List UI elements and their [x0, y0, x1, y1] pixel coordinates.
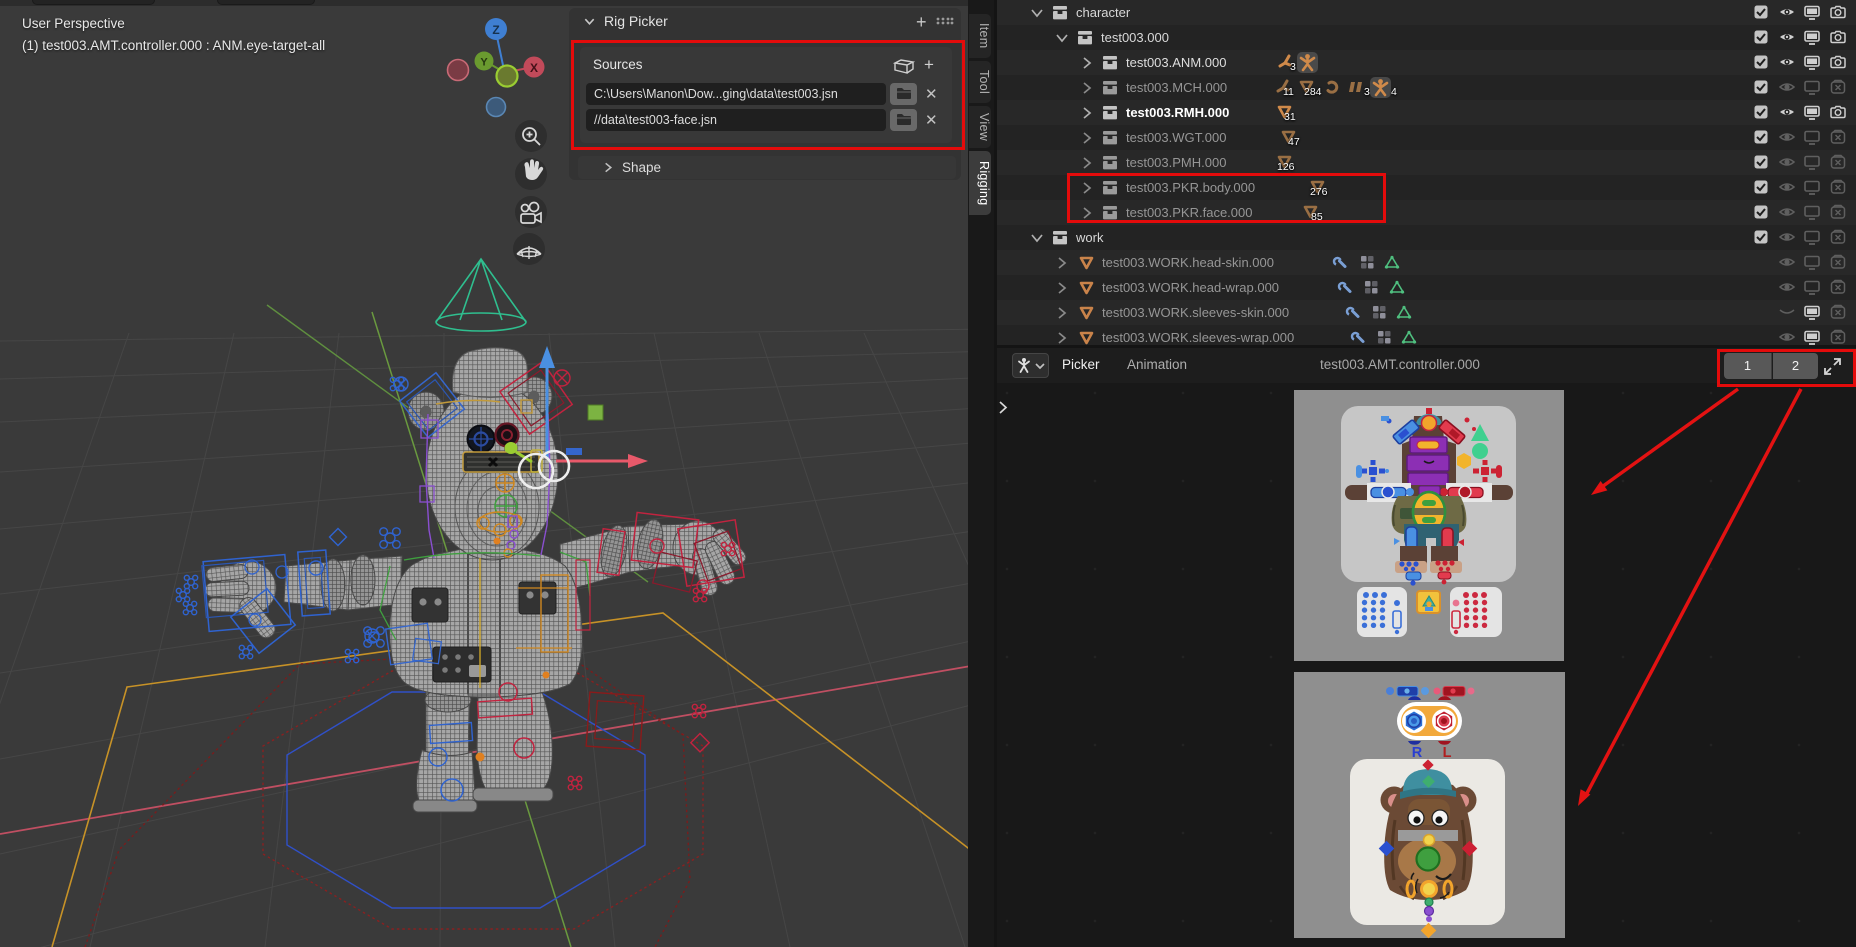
svg-text:X: X — [530, 61, 538, 75]
svg-text:Z: Z — [492, 23, 499, 37]
svg-text:Y: Y — [480, 57, 488, 69]
svg-text:R: R — [1412, 745, 1423, 761]
svg-text:L: L — [1443, 745, 1452, 761]
